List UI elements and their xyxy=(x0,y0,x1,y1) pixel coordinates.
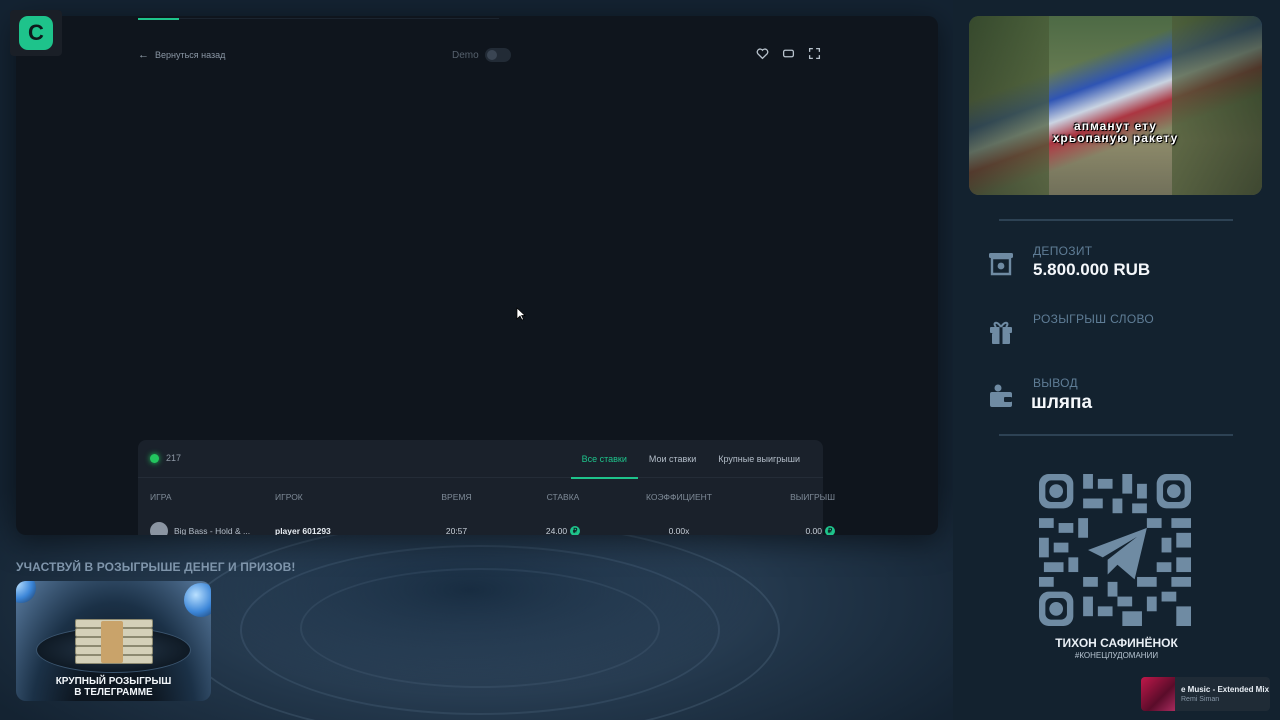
column-win: ВЫИГРЫШ xyxy=(790,492,835,502)
withdraw-label: ВЫВОД xyxy=(1033,376,1078,390)
album-art xyxy=(1141,677,1175,711)
online-indicator: 217 xyxy=(150,453,181,463)
heart-icon[interactable] xyxy=(756,47,769,60)
tab-big-wins[interactable]: Крупные выигрыши xyxy=(707,440,811,478)
now-playing-widget: e Music - Extended Mix Remi Siman xyxy=(1141,677,1270,711)
telegram-qr-code xyxy=(1039,474,1191,626)
demo-switch: Demo xyxy=(452,48,511,62)
player-name: player 601293 xyxy=(275,526,331,535)
bets-panel: 217 Все ставки Мои ставки Крупные выигры… xyxy=(138,440,835,535)
fullscreen-icon[interactable] xyxy=(808,47,821,60)
withdraw-stat: ВЫВОД шляпа xyxy=(987,376,1092,414)
promo-title: УЧАСТВУЙ В РОЗЫГРЫШЕ ДЕНЕГ И ПРИЗОВ! xyxy=(16,560,296,574)
money-stack-image xyxy=(75,619,153,665)
promo-caption: КРУПНЫЙ РОЗЫГРЫШ В ТЕЛЕГРАММЕ xyxy=(16,676,211,698)
divider xyxy=(999,434,1233,436)
logo-icon: C xyxy=(19,16,53,50)
background-swirl xyxy=(300,568,660,688)
arrow-left-icon: ← xyxy=(138,49,149,61)
ruble-coin-icon: ₽ xyxy=(825,526,835,535)
column-time: ВРЕМЯ xyxy=(441,492,472,502)
video-overlay: апманут ету хрьопаную ракету xyxy=(969,16,1262,195)
deposit-label: ДЕПОЗИТ xyxy=(1033,244,1093,258)
tab-divider xyxy=(179,18,499,19)
bubble-decoration xyxy=(16,581,36,603)
site-logo[interactable]: C xyxy=(10,10,62,56)
withdraw-value: шляпа xyxy=(1031,392,1093,413)
online-dot-icon xyxy=(150,453,159,463)
gift-icon xyxy=(990,321,1012,344)
win-amount: 0.00 xyxy=(805,525,822,535)
ruble-coin-icon: ₽ xyxy=(570,526,581,535)
wallet-icon xyxy=(990,384,1012,407)
tab-my-bets[interactable]: Мои ставки xyxy=(638,440,707,478)
theater-mode-icon[interactable] xyxy=(782,47,795,60)
mouse-cursor-icon xyxy=(516,307,526,321)
deposit-icon xyxy=(989,253,1013,276)
bet-amount-cell: 24.00 ₽ xyxy=(505,526,621,535)
telegram-giveaway-card[interactable]: КРУПНЫЙ РОЗЫГРЫШ В ТЕЛЕГРАММЕ xyxy=(16,581,211,701)
bubble-decoration xyxy=(184,583,211,617)
coefficient: 0.00x xyxy=(668,526,690,535)
video-caption-line2: хрьопаную ракету xyxy=(1052,131,1179,145)
giveaway-stat: РОЗЫГРЫШ СЛОВО xyxy=(987,312,1154,346)
bet-amount: 24.00 xyxy=(545,525,568,535)
game-cell: Big Bass - Hold & ... xyxy=(150,522,275,535)
back-label: Вернуться назад xyxy=(155,50,226,60)
deposit-stat: ДЕПОЗИТ 5.800.000 RUB xyxy=(987,244,1150,280)
table-row[interactable]: Big Bass - Hold & ... player 601293 20:5… xyxy=(138,516,835,535)
back-link[interactable]: ← Вернуться назад xyxy=(138,49,225,61)
bets-tabs: Все ставки Мои ставки Крупные выигрыши xyxy=(570,440,811,479)
tab-all-bets[interactable]: Все ставки xyxy=(570,440,639,479)
active-tab-indicator xyxy=(138,18,179,20)
column-player: ИГРОК xyxy=(275,492,303,502)
column-bet: СТАВКА xyxy=(546,492,580,502)
streamer-name: ТИХОН САФИНЁНОК xyxy=(1055,636,1178,650)
game-name: Big Bass - Hold & ... xyxy=(174,526,251,535)
column-game: ИГРА xyxy=(150,492,172,502)
game-window: ← Вернуться назад Demo 217 Все ставки Мо… xyxy=(16,16,938,535)
game-toolbar xyxy=(756,47,821,60)
game-thumbnail-icon xyxy=(150,522,168,535)
promo-caption-line2: В ТЕЛЕГРАММЕ xyxy=(74,687,153,698)
divider xyxy=(999,219,1233,221)
bets-header: 217 Все ставки Мои ставки Крупные выигры… xyxy=(138,440,823,479)
track-artist: Remi Siman xyxy=(1181,696,1220,703)
stream-sidebar: апманут ету хрьопаную ракету ДЕПОЗИТ 5.8… xyxy=(953,0,1280,720)
video-caption: апманут ету хрьопаную ракету xyxy=(969,120,1262,144)
win-amount-cell: 0.00 ₽ xyxy=(737,526,835,535)
streamer-hashtag: #КОНЕЦЛУДОМАНИИ xyxy=(1074,651,1159,660)
bets-table-header: ИГРА ИГРОК ВРЕМЯ СТАВКА КОЭФФИЦИЕНТ ВЫИГ… xyxy=(138,478,835,516)
bet-time: 20:57 xyxy=(445,526,468,535)
online-count: 217 xyxy=(166,453,182,463)
column-coefficient: КОЭФФИЦИЕНТ xyxy=(645,492,712,502)
promo-caption-line1: КРУПНЫЙ РОЗЫГРЫШ xyxy=(55,676,172,687)
giveaway-label: РОЗЫГРЫШ СЛОВО xyxy=(1033,312,1155,326)
deposit-value: 5.800.000 RUB xyxy=(1033,260,1151,279)
track-title: e Music - Extended Mix xyxy=(1181,685,1270,694)
demo-toggle[interactable] xyxy=(484,48,511,62)
demo-label: Demo xyxy=(452,49,479,61)
